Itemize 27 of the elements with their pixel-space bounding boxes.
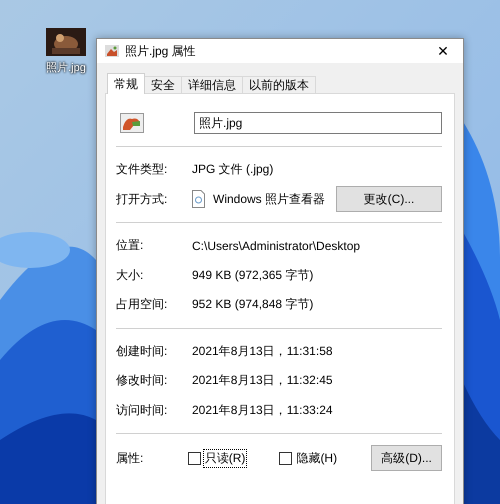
field-value: 2021年8月13日，11:31:58 [192, 342, 333, 360]
advanced-button[interactable]: 高级(D)... [371, 445, 442, 471]
field-value: 949 KB (972,365 字节) [192, 266, 314, 284]
tab[interactable]: 常规 [107, 73, 145, 94]
field-label: 位置: [116, 237, 144, 254]
field-value: 2021年8月13日，11:33:24 [192, 402, 333, 419]
field-value: C:\Users\Administrator\Desktop [192, 238, 360, 253]
field-value: Windows 照片查看器 [213, 190, 326, 208]
field-value: 2021年8月13日，11:32:45 [192, 372, 333, 390]
tab[interactable]: 详细信息 [181, 76, 243, 94]
field-label: 大小: [116, 266, 144, 284]
tab[interactable]: 以前的版本 [242, 76, 316, 94]
field-label: 修改时间: [116, 372, 168, 390]
field-label: 访问时间: [116, 402, 168, 419]
window-title: 照片.jpg 属性 [125, 42, 197, 60]
field-label: 文件类型: [116, 161, 168, 178]
field-value: JPG 文件 (.jpg) [192, 161, 274, 178]
field-label: 打开方式: [116, 190, 168, 208]
field-label: 创建时间: [116, 342, 168, 360]
field-label: 属性: [116, 450, 144, 466]
filename-field[interactable]: 照片.jpg [194, 112, 442, 134]
close-button[interactable]: ✕ [423, 39, 463, 63]
checkbox-label[interactable]: 只读(R) [202, 448, 248, 468]
change-button[interactable]: 更改(C)... [336, 186, 442, 212]
field-value: 952 KB (974,848 字节) [192, 296, 314, 314]
field-label: 占用空间: [116, 296, 168, 314]
checkbox-label[interactable]: 隐藏(H) [294, 448, 340, 468]
